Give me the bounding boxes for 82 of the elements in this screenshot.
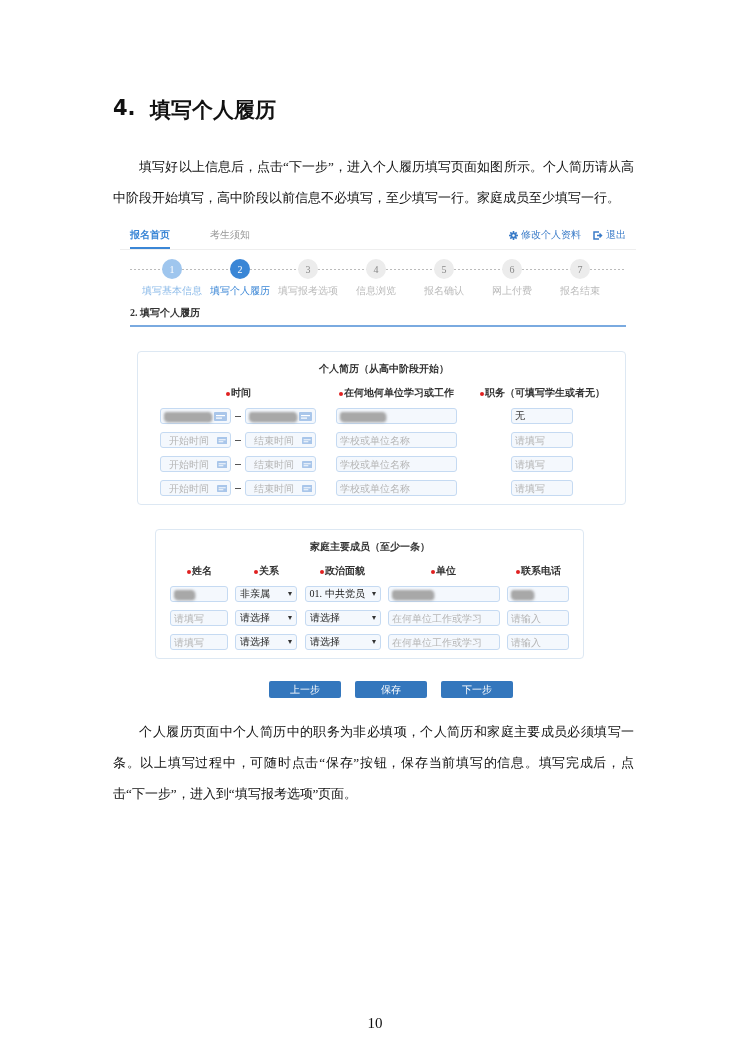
input-field[interactable]: 无 xyxy=(511,408,573,424)
settings-icon xyxy=(509,230,518,240)
column-header: 联系电话 xyxy=(507,564,569,578)
input-field[interactable] xyxy=(507,586,569,602)
input-field[interactable]: 在何单位工作或学习 xyxy=(387,634,500,650)
date-field[interactable]: 结束时间 xyxy=(245,480,316,496)
calendar-icon xyxy=(214,411,227,421)
caret-icon xyxy=(371,640,376,644)
input-field[interactable] xyxy=(387,586,500,602)
input-field[interactable]: 学校或单位名称 xyxy=(336,456,457,472)
calendar-icon xyxy=(301,483,312,493)
step-label: 填写个人履历 xyxy=(210,284,270,298)
input-field[interactable]: 学校或单位名称 xyxy=(336,432,457,448)
input-field[interactable] xyxy=(170,586,228,602)
step-label: 报名结束 xyxy=(560,284,600,298)
select-field[interactable]: 请选择 xyxy=(304,634,381,650)
column-header: 在何地何单位学习或工作 xyxy=(336,386,457,400)
caret-icon xyxy=(288,616,293,620)
date-field[interactable] xyxy=(160,408,231,424)
column-header: 关系 xyxy=(235,564,298,578)
page-number: 10 xyxy=(367,1015,383,1031)
calendar-icon xyxy=(301,435,312,445)
calendar-icon xyxy=(216,435,227,445)
step-button[interactable]: 保存 xyxy=(354,681,427,698)
step-label: 报名确认 xyxy=(424,284,464,298)
caret-icon xyxy=(371,592,376,596)
step-circle: 6 xyxy=(502,259,522,279)
card-title: 家庭主要成员（至少一条） xyxy=(308,540,431,554)
logout-icon xyxy=(593,230,603,240)
date-field[interactable] xyxy=(245,408,316,424)
input-field[interactable]: 在何单位工作或学习 xyxy=(387,610,500,626)
step-circle: 1 xyxy=(162,259,182,279)
card-title: 个人简历（从高中阶段开始） xyxy=(317,362,450,376)
step-circle: 2 xyxy=(230,259,250,279)
step-button[interactable]: 上一步 xyxy=(268,681,341,698)
step-circle: 7 xyxy=(570,259,590,279)
heading: 填写个人履历 xyxy=(149,97,276,124)
select-value: 请选择 xyxy=(240,635,271,649)
column-header: 职务（可填写学生或者无） xyxy=(477,386,607,400)
column-header: 姓名 xyxy=(170,564,228,578)
calendar-icon xyxy=(299,411,312,421)
select-field[interactable]: 01. 中共党员 xyxy=(304,586,381,602)
date-field[interactable]: 结束时间 xyxy=(245,432,316,448)
calendar-icon xyxy=(216,459,227,469)
input-field[interactable] xyxy=(336,408,457,424)
select-value: 请选择 xyxy=(309,611,340,625)
input-field[interactable]: 请输入 xyxy=(507,610,569,626)
paragraph: 个人履历页面中个人简历中的职务为非必填项，个人简历和家庭主要成员必须填写一条。以上填写过程中，可随时点击“保存”按钮，保存当前填写的信息。填写完成后，点击“下一步”，进入到“填写报考选项”页面。 xyxy=(113,723,634,803)
select-value: 非亲属 xyxy=(240,587,271,601)
step-circle: 3 xyxy=(298,259,318,279)
select-value: 请选择 xyxy=(240,611,271,625)
step-button[interactable]: 下一步 xyxy=(440,681,513,698)
step-label: 填写基本信息 xyxy=(142,284,202,298)
date-field[interactable]: 开始时间 xyxy=(160,432,231,448)
caret-icon xyxy=(288,640,293,644)
select-field[interactable]: 请选择 xyxy=(235,634,298,650)
input-field[interactable]: 学校或单位名称 xyxy=(336,480,457,496)
select-field[interactable]: 非亲属 xyxy=(235,586,298,602)
calendar-icon xyxy=(301,459,312,469)
column-header: 时间 xyxy=(160,386,316,400)
input-field[interactable]: 请输入 xyxy=(507,634,569,650)
select-field[interactable]: 请选择 xyxy=(304,610,381,626)
calendar-icon xyxy=(216,483,227,493)
heading-number: 4. xyxy=(113,96,136,122)
select-value: 请选择 xyxy=(309,635,340,649)
date-field[interactable]: 开始时间 xyxy=(160,480,231,496)
caret-icon xyxy=(288,592,293,596)
step-circle: 5 xyxy=(434,259,454,279)
nav-link[interactable]: 修改个人资料 xyxy=(509,228,581,242)
date-field[interactable]: 开始时间 xyxy=(160,456,231,472)
step-circle: 4 xyxy=(366,259,386,279)
nav-link[interactable]: 退出 xyxy=(593,228,626,242)
step-label: 信息浏览 xyxy=(356,284,396,298)
column-header: 单位 xyxy=(387,564,500,578)
section-title: 2. 填写个人履历 xyxy=(130,306,626,327)
column-header: 政治面貌 xyxy=(304,564,381,578)
select-value: 01. 中共党员 xyxy=(309,587,365,601)
nav-tab[interactable]: 报名首页 xyxy=(130,228,170,249)
caret-icon xyxy=(371,616,376,620)
select-field[interactable]: 请选择 xyxy=(235,610,298,626)
paragraph: 填写好以上信息后，点击“下一步”，进入个人履历填写页面如图所示。个人简历请从高中阶段开始填写，高中阶段以前信息不必填写，至少填写一行。家庭成员至少填写一行。 xyxy=(113,158,634,207)
date-field[interactable]: 结束时间 xyxy=(245,456,316,472)
